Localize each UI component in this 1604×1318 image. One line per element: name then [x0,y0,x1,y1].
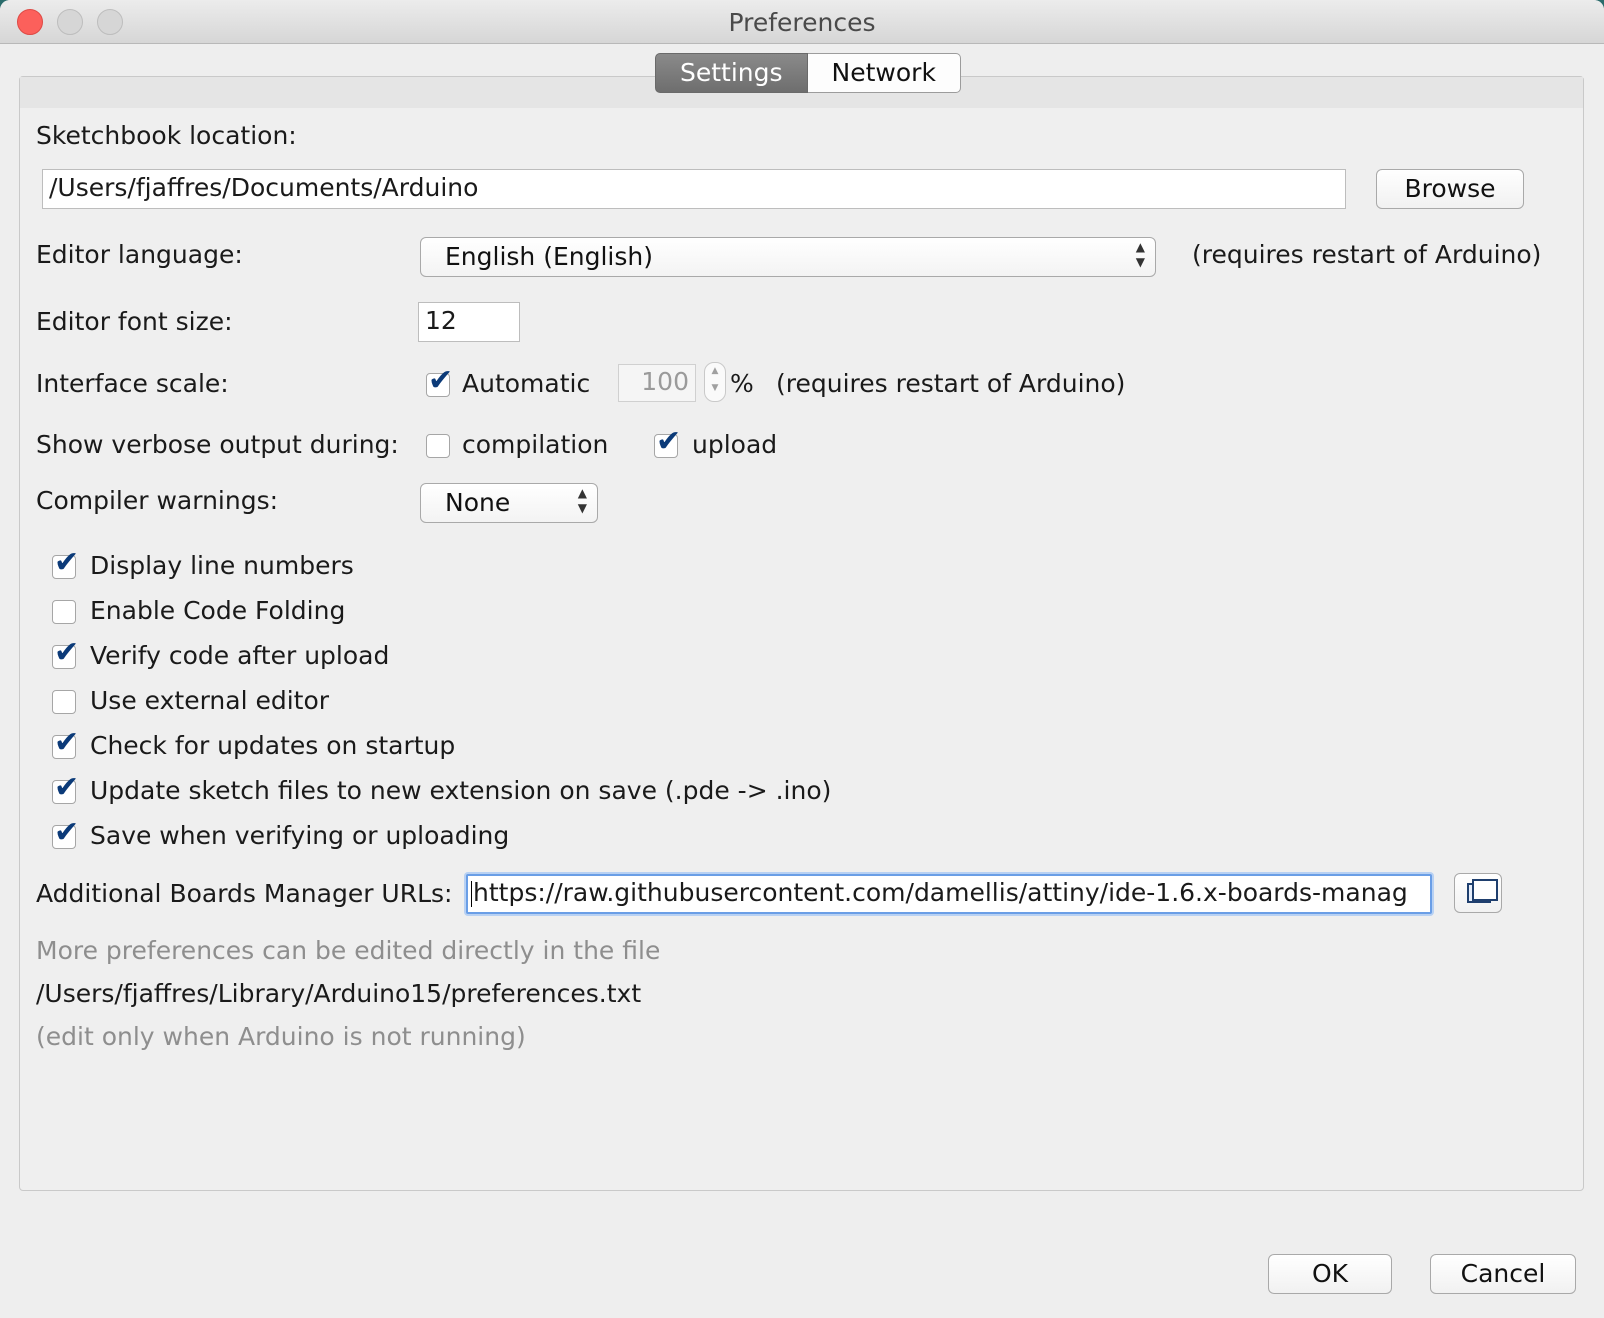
font-size-label: Editor font size: [36,307,233,336]
option-check-updates-label: Check for updates on startup [90,731,456,760]
scale-spinner[interactable]: ▲ ▼ [704,362,726,402]
compiler-warnings-label: Compiler warnings: [36,486,279,515]
option-verify-after-upload-checkbox[interactable]: ✔ [52,636,79,670]
interface-scale-label: Interface scale: [36,369,229,398]
edit-urls-window-button[interactable] [1454,873,1502,913]
ok-button[interactable]: OK [1268,1254,1392,1294]
scale-value-field[interactable]: 100 [618,364,696,402]
interface-scale-note: (requires restart of Arduino) [776,369,1126,398]
boards-manager-urls-field[interactable]: https://raw.githubusercontent.com/damell… [466,874,1432,914]
tab-network[interactable]: Network [807,53,961,93]
more-preferences-text: More preferences can be edited directly … [36,936,661,965]
check-icon: ✔ [54,545,80,580]
option-display-line-numbers-checkbox[interactable]: ✔ [52,546,79,580]
check-icon: ✔ [54,635,80,670]
verbose-compilation-checkbox[interactable] [426,434,450,458]
editor-language-select[interactable]: English (English) ▲ ▼ [420,237,1156,277]
settings-panel: Sketchbook location: /Users/fjaffres/Doc… [19,76,1584,1191]
tab-settings[interactable]: Settings [655,53,808,93]
compiler-warnings-select[interactable]: None ▲ ▼ [420,483,598,523]
scale-unit: % [730,369,754,398]
window-stack-icon [1467,879,1498,903]
text-caret [471,881,472,907]
option-update-extension-label: Update sketch files to new extension on … [90,776,832,805]
tab-bar: Settings Network [655,53,961,93]
option-update-extension-checkbox[interactable]: ✔ [52,771,79,805]
check-icon: ✔ [428,363,454,398]
titlebar: Preferences [0,0,1604,44]
browse-button[interactable]: Browse [1376,169,1524,209]
edit-note-text: (edit only when Arduino is not running) [36,1022,526,1051]
editor-language-label: Editor language: [36,240,243,269]
boards-manager-urls-label: Additional Boards Manager URLs: [36,879,453,908]
preferences-window: Preferences Settings Network Sketchbook … [0,0,1604,1318]
sketchbook-label: Sketchbook location: [36,121,297,150]
preferences-file-path: /Users/fjaffres/Library/Arduino15/prefer… [36,979,642,1008]
option-save-when-verifying-label: Save when verifying or uploading [90,821,510,850]
verbose-upload-label: upload [692,430,778,459]
font-size-field[interactable]: 12 [418,302,520,342]
editor-language-value: English (English) [445,242,653,271]
option-external-editor-label: Use external editor [90,686,330,715]
boards-manager-urls-value: https://raw.githubusercontent.com/damell… [473,878,1408,907]
option-enable-code-folding-label: Enable Code Folding [90,596,346,625]
option-check-updates-checkbox[interactable]: ✔ [52,726,79,760]
window-title: Preferences [728,8,876,37]
option-display-line-numbers-label: Display line numbers [90,551,354,580]
option-external-editor-checkbox[interactable] [52,690,76,714]
sketchbook-path-field[interactable]: /Users/fjaffres/Documents/Arduino [42,169,1346,209]
option-verify-after-upload-label: Verify code after upload [90,641,390,670]
option-save-when-verifying-checkbox[interactable]: ✔ [52,816,79,850]
automatic-scale-checkbox[interactable]: ✔ [426,364,453,398]
updown-arrows-icon: ▲ ▼ [577,486,587,515]
check-icon: ✔ [656,424,682,459]
verbose-output-label: Show verbose output during: [36,430,399,459]
updown-arrows-icon: ▲ ▼ [1135,240,1145,269]
automatic-scale-label: Automatic [462,369,591,398]
check-icon: ✔ [54,770,80,805]
editor-language-note: (requires restart of Arduino) [1192,240,1542,269]
verbose-compilation-label: compilation [462,430,609,459]
cancel-button[interactable]: Cancel [1430,1254,1576,1294]
verbose-upload-checkbox[interactable]: ✔ [654,425,681,459]
check-icon: ✔ [54,815,80,850]
compiler-warnings-value: None [445,488,511,517]
option-enable-code-folding-checkbox[interactable] [52,600,76,624]
check-icon: ✔ [54,725,80,760]
